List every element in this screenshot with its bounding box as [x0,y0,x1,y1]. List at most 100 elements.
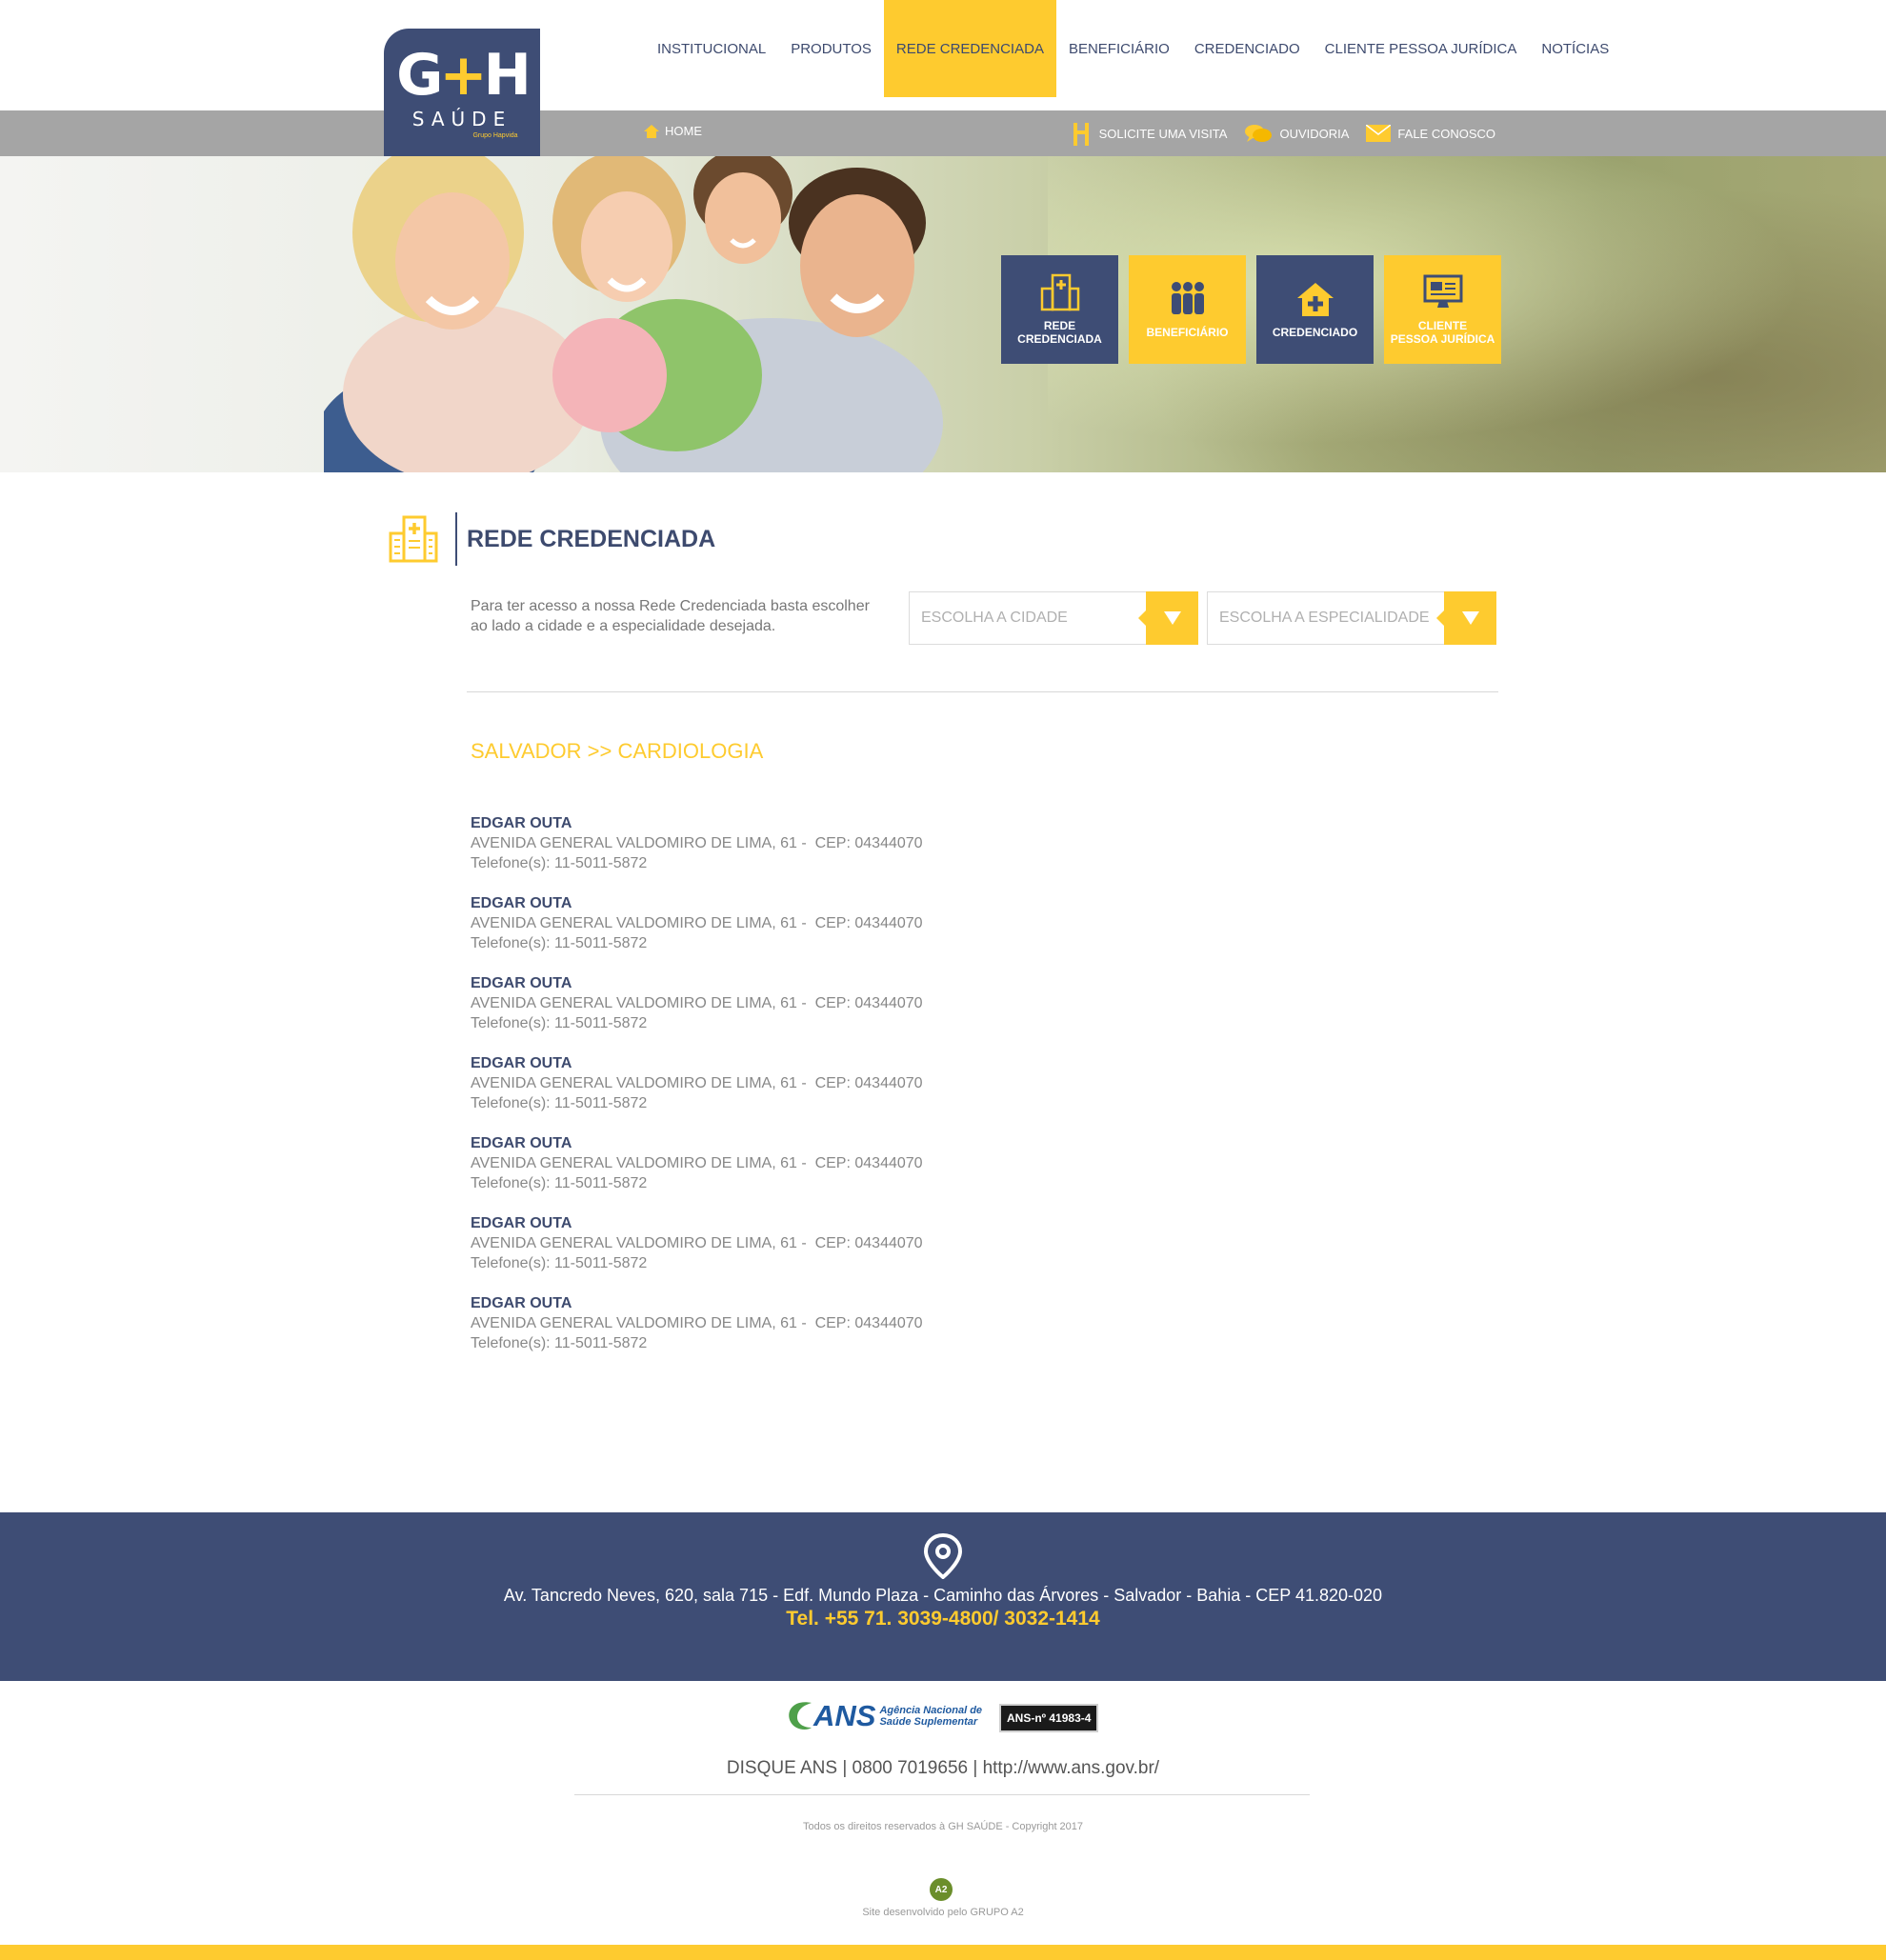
ans-logo[interactable]: ANS Agência Nacional de Saúde Suplementar [785,1697,982,1735]
provider-name: EDGAR OUTA [471,975,572,991]
list-item: EDGAR OUTA AVENIDA GENERAL VALDOMIRO DE … [471,973,1137,1033]
provider-address: AVENIDA GENERAL VALDOMIRO DE LIMA, 61 - … [471,1155,923,1171]
tile-rede-credenciada[interactable]: REDE CREDENCIADA [1001,255,1118,364]
family-photo [324,156,943,472]
disque-ans[interactable]: DISQUE ANS | 0800 7019656 | http://www.a… [0,1758,1886,1779]
nav-item-noticias[interactable]: NOTÍCIAS [1529,0,1621,97]
list-item: EDGAR OUTA AVENIDA GENERAL VALDOMIRO DE … [471,1213,1137,1273]
solicite-visita-label: SOLICITE UMA VISITA [1098,126,1228,141]
site-header: G+H SAÚDE Grupo Hapvida INSTITUCIONAL PR… [0,0,1886,156]
city-select[interactable]: ESCOLHA A CIDADE [909,591,1198,645]
copyright: Todos os direitos reservados à GH SAÚDE … [802,1821,1084,1832]
developer-credit[interactable]: Site desenvolvido pelo GRUPO A2 [0,1907,1886,1918]
content-divider [467,691,1498,692]
specialty-select-placeholder: ESCOLHA A ESPECIALIDADE [1219,610,1430,626]
results-list: EDGAR OUTA AVENIDA GENERAL VALDOMIRO DE … [471,813,1137,1373]
provider-phone: Telefone(s): 11-5011-5872 [471,1015,648,1031]
bottom-accent-bar [0,1945,1886,1960]
tile-cliente-line2: PESSOA JURÍDICA [1390,332,1495,346]
section-header: REDE CREDENCIADA [387,512,715,566]
footer-address: Av. Tancredo Neves, 620, sala 715 - Edf.… [503,1586,1383,1605]
nav-item-produtos[interactable]: PRODUTOS [778,0,884,97]
home-link[interactable]: HOME [644,124,702,138]
provider-phone: Telefone(s): 11-5011-5872 [471,935,648,951]
ouvidoria-link[interactable]: OUVIDORIA [1244,120,1349,147]
intro-text: Para ter acesso a nossa Rede Credenciada… [471,598,870,634]
provider-phone: Telefone(s): 11-5011-5872 [471,1175,648,1191]
footer-divider [574,1794,1310,1795]
results-breadcrumb: SALVADOR >> CARDIOLOGIA [471,739,764,763]
site-footer: Av. Tancredo Neves, 620, sala 715 - Edf.… [0,1512,1886,1681]
solicite-visita-link[interactable]: SOLICITE UMA VISITA [1070,120,1228,147]
tile-rede-credenciada-line2: CREDENCIADA [1017,332,1102,346]
provider-name: EDGAR OUTA [471,1215,572,1231]
list-item: EDGAR OUTA AVENIDA GENERAL VALDOMIRO DE … [471,813,1137,873]
provider-phone: Telefone(s): 11-5011-5872 [471,1255,648,1271]
footer-phone: Tel. +55 71. 3039-4800/ 3032-1414 [786,1608,1100,1630]
main-nav: INSTITUCIONAL PRODUTOS REDE CREDENCIADA … [645,0,1621,97]
fale-conosco-link[interactable]: FALE CONOSCO [1366,120,1495,147]
provider-name: EDGAR OUTA [471,895,572,911]
list-item: EDGAR OUTA AVENIDA GENERAL VALDOMIRO DE … [471,1133,1137,1193]
logo-subtitle: SAÚDE [411,107,512,130]
provider-address: AVENIDA GENERAL VALDOMIRO DE LIMA, 61 - … [471,995,923,1011]
hospital-icon [1040,273,1079,311]
nav-item-institucional[interactable]: INSTITUCIONAL [645,0,778,97]
ans-mark: ANS [813,1699,876,1732]
logo-mark: G+H [396,41,532,109]
city-select-arrow[interactable] [1138,591,1198,645]
tile-cliente-line1: CLIENTE [1417,319,1468,332]
list-item: EDGAR OUTA AVENIDA GENERAL VALDOMIRO DE … [471,1293,1137,1353]
monitor-icon [1423,274,1462,308]
title-divider [455,512,457,566]
provider-address: AVENIDA GENERAL VALDOMIRO DE LIMA, 61 - … [471,1075,923,1091]
specialty-select-arrow[interactable] [1436,591,1496,645]
visit-icon [1073,123,1089,146]
chat-icon [1245,125,1273,142]
site-logo[interactable]: G+H SAÚDE Grupo Hapvida [384,29,540,156]
ouvidoria-label: OUVIDORIA [1279,126,1350,141]
provider-address: AVENIDA GENERAL VALDOMIRO DE LIMA, 61 - … [471,1235,923,1251]
developer-logo[interactable]: A2 [930,1878,953,1901]
quick-access-tiles: REDE CREDENCIADA BENEFICIÁRIO CREDENCIAD… [1001,255,1501,364]
nav-item-rede-credenciada[interactable]: REDE CREDENCIADA [883,0,1056,97]
ans-text: Agência Nacional de Saúde Suplementar [879,1705,983,1728]
hero-banner: REDE CREDENCIADA BENEFICIÁRIO CREDENCIAD… [0,156,1886,472]
utility-links: SOLICITE UMA VISITA OUVIDORIA FALE CONOS… [1070,120,1495,147]
house-plus-icon [1296,283,1334,316]
fale-conosco-label: FALE CONOSCO [1397,126,1495,141]
tile-credenciado[interactable]: CREDENCIADO [1256,255,1374,364]
tile-cliente-pessoa-juridica[interactable]: CLIENTE PESSOA JURÍDICA [1384,255,1501,364]
tile-beneficiario[interactable]: BENEFICIÁRIO [1129,255,1246,364]
chevron-down-icon [1461,611,1479,625]
tile-beneficiario-label: BENEFICIÁRIO [1146,326,1229,339]
list-item: EDGAR OUTA AVENIDA GENERAL VALDOMIRO DE … [471,1053,1137,1113]
envelope-icon [1366,125,1392,142]
provider-name: EDGAR OUTA [471,1135,572,1151]
location-pin-icon [923,1533,963,1579]
tile-rede-credenciada-line1: REDE [1043,319,1076,332]
sub-bar [0,110,1886,156]
chevron-down-icon [1163,611,1181,625]
provider-phone: Telefone(s): 11-5011-5872 [471,1095,648,1111]
provider-phone: Telefone(s): 11-5011-5872 [471,855,648,871]
provider-name: EDGAR OUTA [471,1055,572,1071]
home-icon [644,124,659,138]
provider-phone: Telefone(s): 11-5011-5872 [471,1335,648,1351]
nav-item-beneficiario[interactable]: BENEFICIÁRIO [1056,0,1182,97]
people-icon [1171,282,1204,314]
nav-item-cliente-pessoa-juridica[interactable]: CLIENTE PESSOA JURÍDICA [1313,0,1530,97]
provider-name: EDGAR OUTA [471,1295,572,1311]
logo-tagline: Grupo Hapvida [472,131,518,139]
specialty-select[interactable]: ESCOLHA A ESPECIALIDADE [1207,591,1496,645]
provider-address: AVENIDA GENERAL VALDOMIRO DE LIMA, 61 - … [471,835,923,851]
ans-registration-badge: ANS-nº 41983-4 [999,1704,1099,1732]
list-item: EDGAR OUTA AVENIDA GENERAL VALDOMIRO DE … [471,893,1137,953]
nav-item-credenciado[interactable]: CREDENCIADO [1182,0,1313,97]
city-select-placeholder: ESCOLHA A CIDADE [921,610,1068,626]
hospital-icon [389,515,438,563]
provider-address: AVENIDA GENERAL VALDOMIRO DE LIMA, 61 - … [471,1315,923,1331]
provider-address: AVENIDA GENERAL VALDOMIRO DE LIMA, 61 - … [471,915,923,931]
tile-credenciado-label: CREDENCIADO [1272,326,1358,339]
ans-swoosh-icon [789,1702,812,1730]
